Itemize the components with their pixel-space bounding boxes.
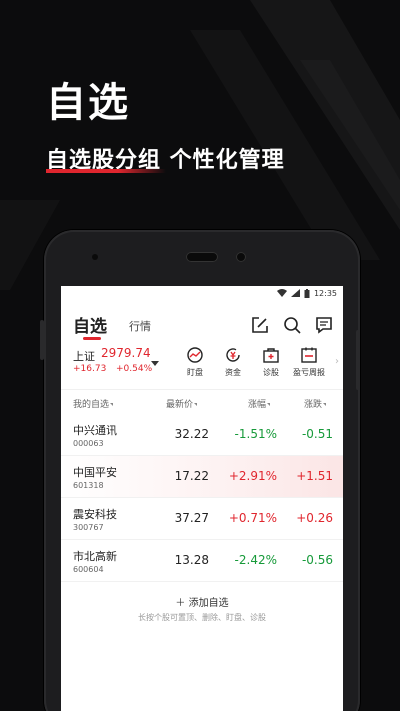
stock-name: 中兴通讯 xyxy=(73,424,117,437)
index-change: +16.73 xyxy=(73,364,107,374)
tool-bar: 盯盘 资金 诊股 盈亏周报 xyxy=(176,346,328,378)
phone-camera xyxy=(236,252,246,262)
tool-diagnose[interactable]: 诊股 xyxy=(252,346,290,378)
status-bar: 12:35 xyxy=(61,286,343,300)
stock-name: 中国平安 xyxy=(73,466,117,479)
stock-price: 37.27 xyxy=(174,511,209,525)
tool-fund[interactable]: 资金 xyxy=(214,346,252,378)
diagnose-icon xyxy=(263,348,279,363)
hero-title: 自选 xyxy=(46,80,130,126)
header-pct[interactable]: 涨幅 xyxy=(248,397,271,410)
stock-change: +1.51 xyxy=(296,469,333,483)
stock-code: 000063 xyxy=(73,439,104,448)
tab-watchlist[interactable]: 自选 xyxy=(73,312,107,337)
table-row[interactable]: 市北高新 600604 13.28 -2.42% -0.56 xyxy=(61,540,343,582)
message-icon[interactable] xyxy=(315,316,333,334)
header-chg[interactable]: 涨跌 xyxy=(304,397,327,410)
phone-speaker xyxy=(186,252,218,262)
sort-icon xyxy=(110,403,114,406)
stock-code: 600604 xyxy=(73,565,104,574)
index-name: 上证 xyxy=(73,350,95,363)
header-name[interactable]: 我的自选 xyxy=(73,397,114,410)
stock-percent: +2.91% xyxy=(228,469,277,483)
stock-change: -0.51 xyxy=(301,427,333,441)
add-hint: 长按个股可置顶、删除、盯盘、诊股 xyxy=(138,613,266,622)
phone-side-button xyxy=(356,330,360,390)
stock-percent: -2.42% xyxy=(234,553,277,567)
stock-code: 300767 xyxy=(73,523,104,532)
plus-icon: ＋ xyxy=(175,598,189,609)
table-row[interactable]: 震安科技 300767 37.27 +0.71% +0.26 xyxy=(61,498,343,540)
tool-monitor[interactable]: 盯盘 xyxy=(176,346,214,378)
table-row[interactable]: 中国平安 601318 17.22 +2.91% +1.51 xyxy=(61,456,343,498)
stock-percent: +0.71% xyxy=(228,511,277,525)
signal-icon xyxy=(290,289,300,297)
stock-price: 17.22 xyxy=(174,469,209,483)
status-time: 12:35 xyxy=(313,288,337,298)
chevron-right-icon[interactable]: › xyxy=(335,356,339,367)
hero-underline xyxy=(46,169,166,173)
sort-icon xyxy=(194,403,198,406)
add-watchlist-button[interactable]: ＋ 添加自选 xyxy=(61,594,343,609)
sort-icon xyxy=(323,403,327,406)
stock-change: -0.56 xyxy=(301,553,333,567)
table-header: 我的自选 最新价 涨幅 涨跌 xyxy=(61,390,343,414)
stock-price: 32.22 xyxy=(174,427,209,441)
header-price[interactable]: 最新价 xyxy=(166,397,198,410)
tool-report[interactable]: 盈亏周报 xyxy=(290,346,328,378)
caret-down-icon[interactable] xyxy=(151,361,159,366)
stock-change: +0.26 xyxy=(296,511,333,525)
add-watchlist-section: ＋ 添加自选 长按个股可置顶、删除、盯盘、诊股 xyxy=(61,582,343,624)
battery-icon xyxy=(304,288,310,298)
wifi-icon xyxy=(276,289,287,297)
stock-name: 震安科技 xyxy=(73,508,117,521)
tab-market[interactable]: 行情 xyxy=(129,318,151,334)
phone-side-button xyxy=(40,320,44,360)
monitor-icon xyxy=(187,347,203,363)
table-row[interactable]: 中兴通讯 000063 32.22 -1.51% -0.51 xyxy=(61,414,343,456)
index-row[interactable]: 上证 2979.74 +16.73 +0.54% 盯盘 资金 诊股 盈亏周报 › xyxy=(61,340,343,390)
edit-icon[interactable] xyxy=(251,316,269,334)
app-screen: 12:35 自选 行情 上证 2979.74 +16.73 +0.54% 盯盘 xyxy=(61,286,343,711)
calendar-report-icon xyxy=(301,347,317,363)
phone-sensor xyxy=(92,254,98,260)
stock-code: 601318 xyxy=(73,481,104,490)
stock-percent: -1.51% xyxy=(234,427,277,441)
sort-icon xyxy=(267,403,271,406)
index-percent: +0.54% xyxy=(116,364,153,374)
stock-name: 市北高新 xyxy=(73,550,117,563)
search-icon[interactable] xyxy=(283,316,301,334)
top-bar: 自选 行情 xyxy=(61,300,343,340)
stock-price: 13.28 xyxy=(174,553,209,567)
fund-icon xyxy=(226,348,240,362)
index-price: 2979.74 xyxy=(101,346,151,360)
